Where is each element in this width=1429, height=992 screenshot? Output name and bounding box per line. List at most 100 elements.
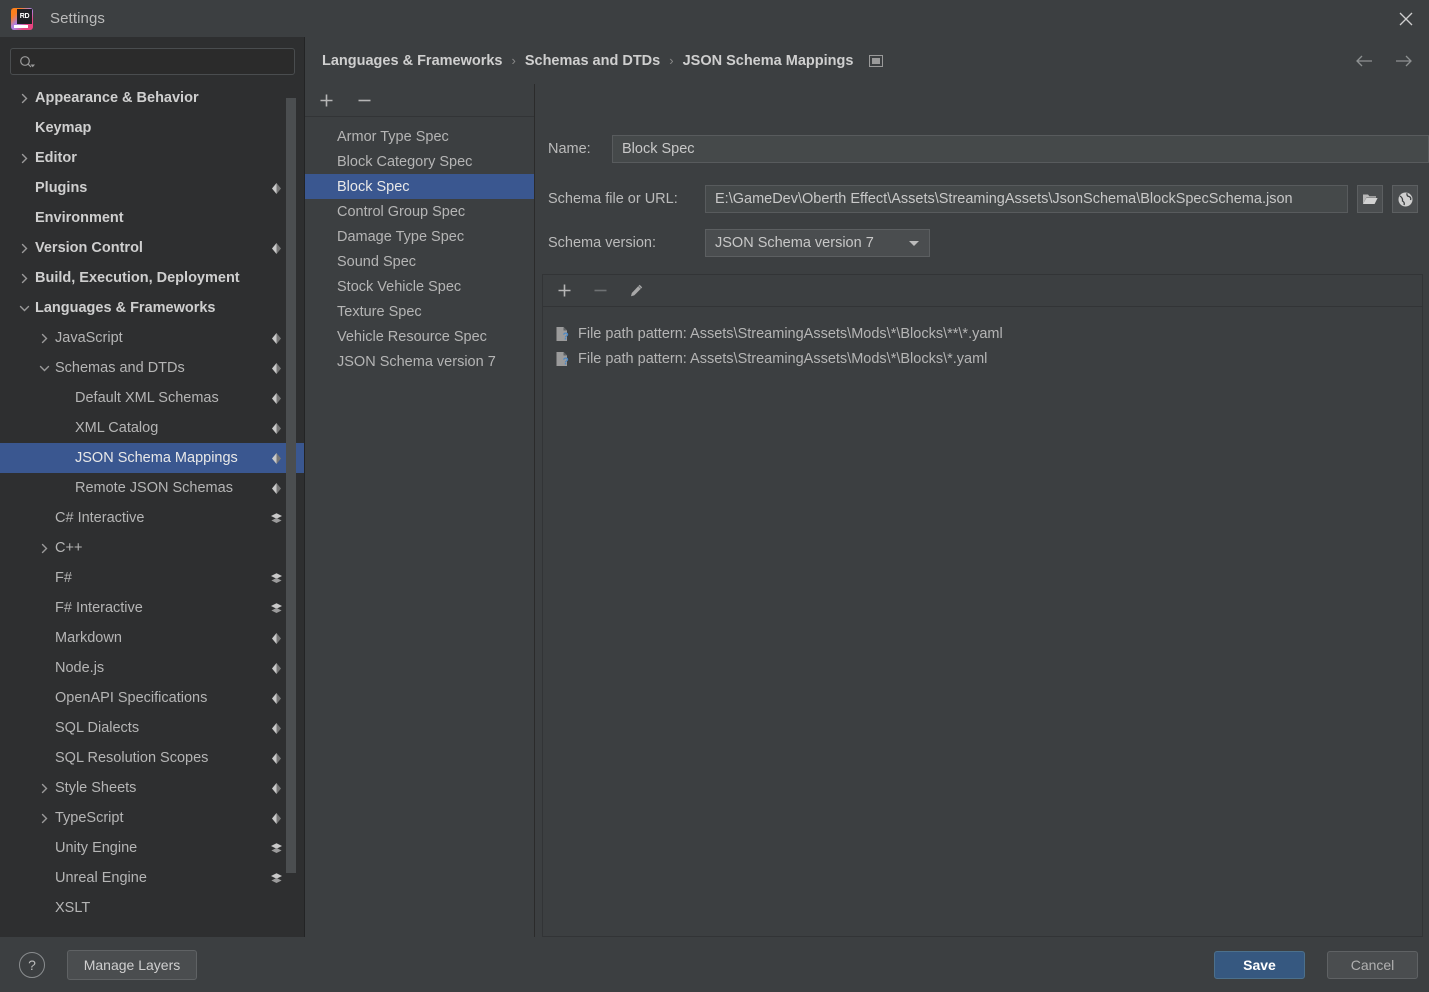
chevron-down-icon[interactable] xyxy=(18,302,31,315)
help-button[interactable]: ? xyxy=(19,952,45,978)
file-pattern-label: File path pattern: Assets\StreamingAsset… xyxy=(578,325,1003,342)
chevron-right-icon[interactable] xyxy=(38,812,51,825)
minus-icon xyxy=(592,282,609,299)
sidebar-item-c[interactable]: C++ xyxy=(0,533,305,563)
sidebar-item-schemas-and-dtds[interactable]: Schemas and DTDs xyxy=(0,353,305,383)
save-button[interactable]: Save xyxy=(1214,951,1305,979)
sidebar-item-f-interactive[interactable]: F# Interactive xyxy=(0,593,305,623)
schema-list-item[interactable]: Block Spec xyxy=(305,174,534,199)
schema-list-item[interactable]: JSON Schema version 7 xyxy=(305,349,534,374)
panel-icon[interactable] xyxy=(869,54,884,68)
file-pattern-row[interactable]: ? File path pattern: Assets\StreamingAsse… xyxy=(543,321,1422,346)
sidebar-item-c-interactive[interactable]: C# Interactive xyxy=(0,503,305,533)
sidebar-item-keymap[interactable]: Keymap xyxy=(0,113,305,143)
manage-layers-button[interactable]: Manage Layers xyxy=(67,950,197,980)
sidebar-item-unreal-engine[interactable]: Unreal Engine xyxy=(0,863,305,893)
breadcrumb-item-1[interactable]: Schemas and DTDs xyxy=(525,53,660,69)
breadcrumb: Languages & Frameworks › Schemas and DTD… xyxy=(305,37,1429,84)
schema-version-select[interactable]: JSON Schema version 7 xyxy=(705,229,930,257)
sidebar-item-xslt[interactable]: XSLT xyxy=(0,893,305,923)
gem-icon xyxy=(270,242,283,255)
sidebar-item-default-xml-schemas[interactable]: Default XML Schemas xyxy=(0,383,305,413)
file-pattern-row[interactable]: ? File path pattern: Assets\StreamingAsse… xyxy=(543,346,1422,371)
gem-icon xyxy=(270,752,283,765)
layers-icon xyxy=(270,512,283,525)
sidebar-item-unity-engine[interactable]: Unity Engine xyxy=(0,833,305,863)
sidebar-scrollbar-thumb[interactable] xyxy=(286,98,296,873)
plus-icon[interactable] xyxy=(318,92,335,109)
sidebar-item-version-control[interactable]: Version Control xyxy=(0,233,305,263)
sidebar-item-label: Node.js xyxy=(55,660,105,676)
file-patterns-panel: ? File path pattern: Assets\StreamingAsse… xyxy=(542,274,1423,937)
chevron-right-icon[interactable] xyxy=(38,542,51,555)
chevron-right-icon[interactable] xyxy=(18,152,31,165)
name-input[interactable] xyxy=(612,135,1429,163)
sidebar-item-plugins[interactable]: Plugins xyxy=(0,173,305,203)
sidebar-item-f[interactable]: F# xyxy=(0,563,305,593)
chevron-right-icon[interactable] xyxy=(18,272,31,285)
pencil-icon[interactable] xyxy=(628,282,645,299)
gem-icon xyxy=(270,722,283,735)
sidebar-item-label: Editor xyxy=(35,150,77,166)
minus-icon[interactable] xyxy=(356,92,373,109)
twisty-placeholder xyxy=(58,452,71,465)
sidebar-item-typescript[interactable]: TypeScript xyxy=(0,803,305,833)
sidebar-item-environment[interactable]: Environment xyxy=(0,203,305,233)
sidebar-item-editor[interactable]: Editor xyxy=(0,143,305,173)
gem-icon xyxy=(270,452,283,465)
schema-list-item[interactable]: Damage Type Spec xyxy=(305,224,534,249)
folder-open-icon[interactable] xyxy=(1357,185,1383,213)
sidebar-item-sql-dialects[interactable]: SQL Dialects xyxy=(0,713,305,743)
schema-list-item[interactable]: Vehicle Resource Spec xyxy=(305,324,534,349)
plus-icon[interactable] xyxy=(556,282,573,299)
sidebar-item-markdown[interactable]: Markdown xyxy=(0,623,305,653)
sidebar-item-xml-catalog[interactable]: XML Catalog xyxy=(0,413,305,443)
schema-file-input[interactable] xyxy=(705,185,1348,213)
chevron-right-icon[interactable] xyxy=(38,332,51,345)
chevron-right-icon[interactable] xyxy=(38,782,51,795)
svg-text:?: ? xyxy=(563,331,569,341)
schema-file-row: Schema file or URL: xyxy=(548,185,1418,213)
schema-list-item[interactable]: Control Group Spec xyxy=(305,199,534,224)
sidebar-item-label: F# xyxy=(55,570,72,586)
breadcrumb-separator: › xyxy=(511,53,516,68)
twisty-placeholder xyxy=(18,182,31,195)
sidebar-item-remote-json-schemas[interactable]: Remote JSON Schemas xyxy=(0,473,305,503)
schema-list-item[interactable]: Sound Spec xyxy=(305,249,534,274)
sidebar-item-label: Build, Execution, Deployment xyxy=(35,270,240,286)
twisty-placeholder xyxy=(38,902,51,915)
twisty-placeholder xyxy=(58,422,71,435)
schema-list-item[interactable]: Block Category Spec xyxy=(305,149,534,174)
breadcrumb-item-0[interactable]: Languages & Frameworks xyxy=(322,53,503,69)
sidebar-item-sql-resolution-scopes[interactable]: SQL Resolution Scopes xyxy=(0,743,305,773)
sidebar-scrollbar-track[interactable] xyxy=(286,98,296,873)
twisty-placeholder xyxy=(38,512,51,525)
sidebar-item-json-schema-mappings[interactable]: JSON Schema Mappings xyxy=(0,443,305,473)
sidebar-item-label: XSLT xyxy=(55,900,91,916)
twisty-placeholder xyxy=(18,122,31,135)
gem-icon xyxy=(270,482,283,495)
chevron-right-icon[interactable] xyxy=(18,242,31,255)
schema-list-item[interactable]: Texture Spec xyxy=(305,299,534,324)
gem-icon xyxy=(270,332,283,345)
sidebar-item-build-execution-deployment[interactable]: Build, Execution, Deployment xyxy=(0,263,305,293)
search-field[interactable] xyxy=(10,48,295,75)
breadcrumb-item-2[interactable]: JSON Schema Mappings xyxy=(683,53,854,69)
close-icon[interactable] xyxy=(1383,0,1429,37)
cancel-button[interactable]: Cancel xyxy=(1327,951,1418,979)
sidebar-item-style-sheets[interactable]: Style Sheets xyxy=(0,773,305,803)
sidebar-item-appearance-behavior[interactable]: Appearance & Behavior xyxy=(0,83,305,113)
arrow-right-icon[interactable] xyxy=(1393,50,1415,72)
sidebar-item-node-js[interactable]: Node.js xyxy=(0,653,305,683)
globe-icon[interactable] xyxy=(1392,185,1418,213)
sidebar-item-openapi-specifications[interactable]: OpenAPI Specifications xyxy=(0,683,305,713)
schema-list-item[interactable]: Armor Type Spec xyxy=(305,124,534,149)
settings-content: Languages & Frameworks › Schemas and DTD… xyxy=(305,37,1429,960)
sidebar-item-languages-frameworks[interactable]: Languages & Frameworks xyxy=(0,293,305,323)
chevron-right-icon[interactable] xyxy=(18,92,31,105)
search-input[interactable] xyxy=(36,54,286,69)
arrow-left-icon[interactable] xyxy=(1353,50,1375,72)
sidebar-item-javascript[interactable]: JavaScript xyxy=(0,323,305,353)
chevron-down-icon[interactable] xyxy=(38,362,51,375)
schema-list-item[interactable]: Stock Vehicle Spec xyxy=(305,274,534,299)
